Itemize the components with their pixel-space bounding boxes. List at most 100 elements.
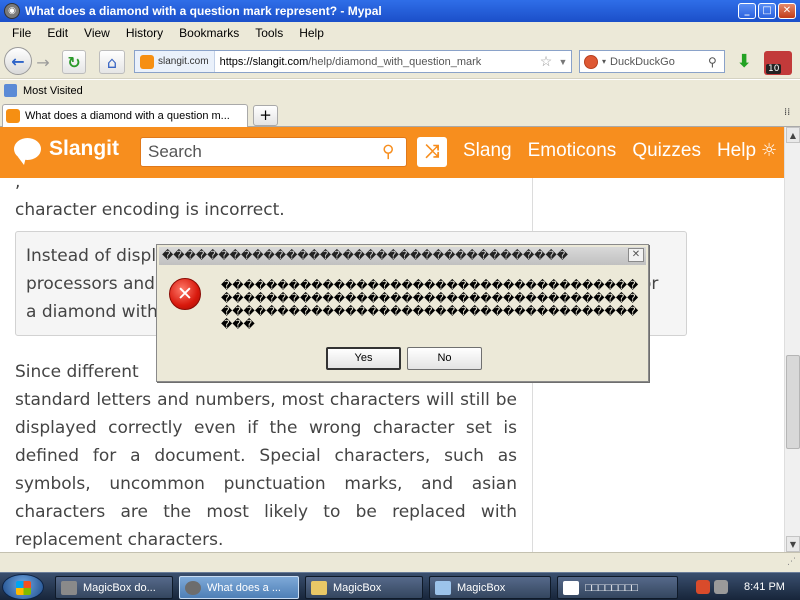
- browser-app-icon: ◉: [4, 3, 20, 19]
- random-shuffle-button[interactable]: ⤨: [417, 137, 447, 167]
- theme-toggle-sun-icon[interactable]: ☼: [761, 140, 777, 161]
- forward-button[interactable]: →: [33, 50, 53, 74]
- start-button[interactable]: [2, 574, 44, 600]
- url-text[interactable]: https://slangit.com/help/diamond_with_qu…: [215, 56, 537, 68]
- home-icon: ⌂: [106, 52, 118, 72]
- content-top-line-text: character encoding is incorrect.: [15, 200, 285, 220]
- nav-help[interactable]: Help: [717, 140, 756, 162]
- site-identity-label: slangit.com: [158, 56, 209, 67]
- browser-app-icon: [185, 580, 201, 595]
- taskbar-item-dialog[interactable]: □□□□□□□□: [557, 576, 678, 599]
- home-button[interactable]: ⌂: [99, 50, 125, 74]
- magicbox-app-icon: [61, 580, 77, 595]
- page-scrollbar[interactable]: ▲ ▼: [784, 127, 800, 552]
- site-search-icon[interactable]: ⚲: [382, 142, 406, 162]
- scroll-up-icon[interactable]: ▲: [786, 127, 800, 143]
- window-title: What does a diamond with a question mark…: [25, 4, 382, 18]
- taskbar-item-magicbox-doc[interactable]: MagicBox do...: [55, 576, 173, 599]
- resize-grip-icon[interactable]: ⋰: [787, 557, 796, 567]
- site-logo[interactable]: Slangit: [14, 137, 120, 165]
- tray-volume-icon[interactable]: [714, 580, 728, 594]
- dialog-message: ����������������������������������������…: [221, 279, 639, 331]
- site-nav: Slang Emoticons Quizzes Help: [463, 140, 772, 162]
- quote-line-2-text: processors and: [26, 274, 155, 294]
- dialog-window-icon: [563, 580, 579, 595]
- tab-current[interactable]: What does a diamond with a question m...: [2, 104, 248, 127]
- bookmarks-toolbar: Most Visited: [0, 80, 800, 101]
- taskbar-item-magicbox-folder[interactable]: MagicBox: [305, 576, 423, 599]
- taskbar-item-magicbox-window[interactable]: MagicBox: [429, 576, 551, 599]
- dialog-close-button[interactable]: ✕: [628, 248, 644, 262]
- menu-help[interactable]: Help: [296, 25, 327, 41]
- task-label: MagicBox do...: [83, 581, 156, 594]
- addon-badge: 10: [766, 64, 782, 74]
- system-tray: 8:41 PM: [696, 577, 785, 597]
- site-identity-badge[interactable]: slangit.com: [135, 51, 215, 72]
- error-dialog: ������������������������������������ ✕ ✕…: [156, 244, 649, 382]
- menu-edit[interactable]: Edit: [44, 25, 71, 41]
- new-tab-button[interactable]: +: [253, 105, 278, 126]
- taskbar: MagicBox do... What does a ... MagicBox …: [0, 572, 800, 600]
- nav-emoticons[interactable]: Emoticons: [528, 140, 617, 162]
- bookmark-star-icon[interactable]: ☆: [537, 53, 555, 70]
- content-top-line: , character encoding is incorrect.: [15, 178, 517, 224]
- nav-quizzes[interactable]: Quizzes: [632, 140, 701, 162]
- taskbar-item-browser[interactable]: What does a ...: [179, 576, 299, 599]
- scrollbar-thumb[interactable]: [786, 355, 800, 449]
- main-paragraph-body: standard letters and numbers, most chara…: [15, 390, 517, 550]
- task-label: MagicBox: [457, 581, 506, 594]
- yes-button[interactable]: Yes: [326, 347, 401, 370]
- maximize-button[interactable]: □: [758, 3, 776, 19]
- menu-history[interactable]: History: [123, 25, 166, 41]
- search-engine-placeholder: DuckDuckGo: [610, 55, 675, 68]
- download-arrow-icon: ⬇: [736, 51, 752, 72]
- content-top-line-fragment: ,: [15, 178, 21, 192]
- plus-icon: +: [259, 106, 272, 124]
- task-label: MagicBox: [333, 581, 382, 594]
- download-button[interactable]: ⬇: [732, 51, 756, 73]
- windows-logo-icon: [16, 581, 31, 595]
- shuffle-icon: ⤨: [424, 141, 440, 162]
- window-title-bar[interactable]: ◉ What does a diamond with a question ma…: [0, 0, 800, 22]
- menu-tools[interactable]: Tools: [252, 25, 286, 41]
- site-logo-text: Slangit: [49, 137, 120, 160]
- menu-file[interactable]: File: [9, 25, 34, 41]
- engine-dropdown-icon[interactable]: ▾: [602, 57, 606, 66]
- back-button[interactable]: ←: [4, 47, 32, 75]
- speech-bubble-icon: [14, 138, 41, 165]
- task-label: What does a ...: [207, 581, 281, 594]
- task-label: □□□□□□□□: [585, 581, 639, 594]
- scroll-down-icon[interactable]: ▼: [786, 536, 800, 552]
- no-button[interactable]: No: [407, 347, 482, 370]
- tab-favicon-icon: [6, 109, 20, 123]
- arrow-left-icon: ←: [11, 51, 25, 71]
- menu-view[interactable]: View: [81, 25, 113, 41]
- site-search-placeholder: Search: [148, 142, 202, 161]
- dialog-title: ������������������������������������: [159, 247, 646, 265]
- site-search-field[interactable]: Search ⚲: [140, 137, 407, 167]
- tray-app-icon[interactable]: [696, 580, 710, 594]
- url-domain: https://slangit.com: [219, 55, 309, 68]
- navigation-toolbar: ← → ↻ ⌂ slangit.com https://slangit.com/…: [0, 43, 800, 79]
- search-icon[interactable]: ⚲: [708, 55, 724, 69]
- window-app-icon: [435, 580, 451, 595]
- reload-button[interactable]: ↻: [62, 50, 86, 74]
- close-button[interactable]: ✕: [778, 3, 796, 19]
- menu-bar: File Edit View History Bookmarks Tools H…: [0, 22, 800, 43]
- minimize-button[interactable]: _: [738, 3, 756, 19]
- tab-list-icon[interactable]: ⁞⁞: [784, 107, 790, 118]
- bookmark-most-visited[interactable]: Most Visited: [23, 85, 83, 97]
- url-path: /help/diamond_with_question_mark: [308, 55, 482, 68]
- address-bar[interactable]: slangit.com https://slangit.com/help/dia…: [134, 50, 572, 73]
- addon-button[interactable]: 10: [764, 51, 792, 75]
- menu-bookmarks[interactable]: Bookmarks: [176, 25, 242, 41]
- search-engine-box[interactable]: ▾ DuckDuckGo ⚲: [579, 50, 725, 73]
- nav-slang[interactable]: Slang: [463, 140, 512, 162]
- url-dropdown-icon[interactable]: ▼: [555, 57, 571, 67]
- clock[interactable]: 8:41 PM: [744, 581, 785, 593]
- folder-icon: [311, 580, 327, 595]
- site-header: Slangit Search ⚲ ⤨ Slang Emoticons Quizz…: [0, 127, 784, 178]
- status-bar: ⋰: [0, 552, 800, 572]
- tab-strip: What does a diamond with a question m...…: [0, 101, 800, 127]
- duckduckgo-icon[interactable]: [584, 54, 598, 69]
